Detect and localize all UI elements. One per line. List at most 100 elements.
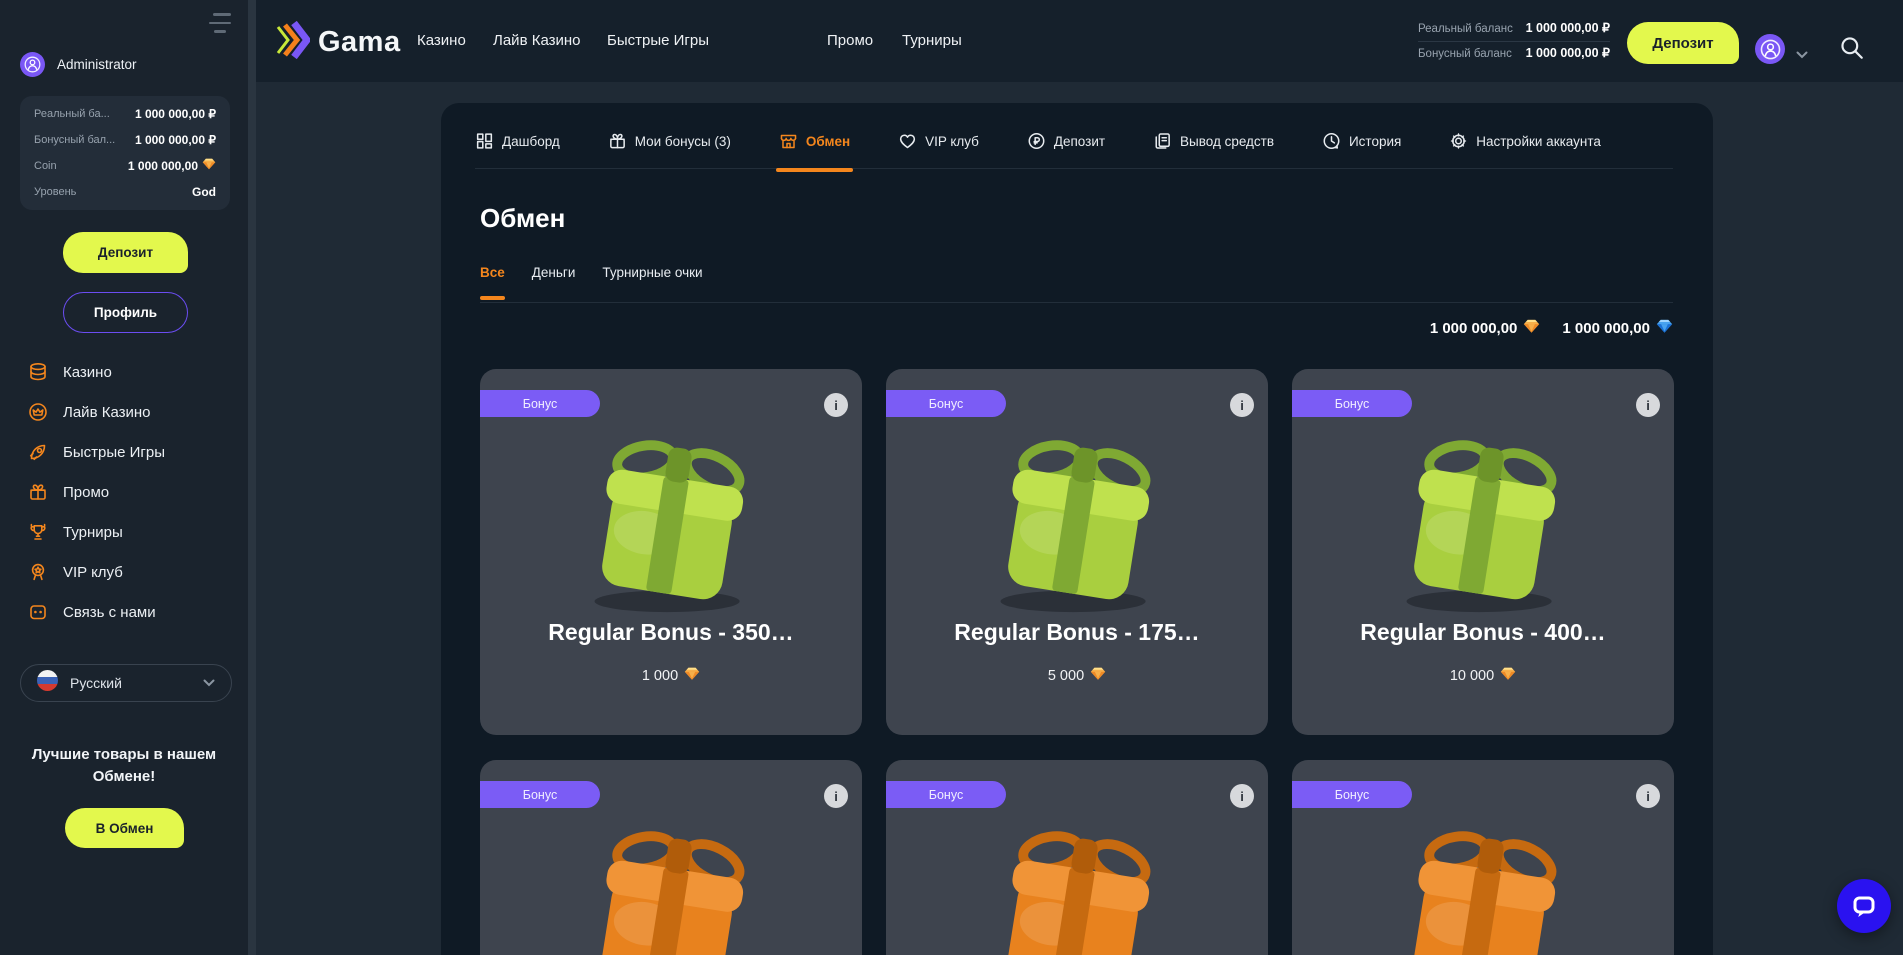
bonus-card[interactable]: Бонус i: [480, 760, 862, 955]
account-avatar-icon[interactable]: [1755, 34, 1785, 64]
sidebar-user: Administrator: [20, 52, 137, 77]
header-nav-link[interactable]: Промо: [827, 32, 873, 49]
bonus-card[interactable]: Бонус i Regular Bonus - 350… 1 000: [480, 369, 862, 735]
bonus-balance-label: Бонусный баланс: [1418, 48, 1512, 60]
balance-value: God: [192, 185, 216, 199]
orange-gem-icon: [684, 667, 700, 685]
green-gift-image: [969, 421, 1185, 622]
tabs-divider: [475, 168, 1673, 169]
info-icon[interactable]: i: [824, 393, 848, 417]
account-tab[interactable]: Депозит: [1027, 126, 1105, 156]
page-title: Обмен: [480, 203, 565, 234]
account-tab[interactable]: Обмен: [779, 126, 850, 156]
filter-tab[interactable]: Турнирные очки: [602, 265, 702, 280]
balance-value: 1 000 000,00 ₽: [135, 107, 216, 121]
balance-row: Уровень God: [34, 185, 216, 199]
bonus-price: 10 000: [1292, 667, 1674, 685]
user-name: Administrator: [57, 57, 137, 72]
header-nav-link[interactable]: Лайв Казино: [493, 32, 581, 49]
exchange-filters: Все Деньги Турнирные очки: [480, 261, 703, 283]
orange-gem-icon: [1090, 667, 1106, 685]
bonus-badge: Бонус: [1292, 390, 1412, 417]
wallet-balances: 1 000 000,00 1 000 000,00: [1430, 319, 1673, 337]
account-tab[interactable]: Мои бонусы (3): [608, 126, 731, 156]
tab-label: VIP клуб: [925, 134, 979, 149]
sidebar-nav-item[interactable]: Промо: [0, 472, 248, 512]
info-icon[interactable]: i: [1636, 393, 1660, 417]
filter-tab[interactable]: Деньги: [532, 265, 576, 280]
bonus-title: Regular Bonus - 175…: [886, 619, 1268, 646]
sidebar-nav: Казино Лайв Казино Быстрые Игры Промо Ту…: [0, 352, 248, 632]
account-tab[interactable]: История: [1322, 126, 1401, 156]
balance-card: Реальный ба... 1 000 000,00 ₽ Бонусный б…: [20, 96, 230, 210]
real-balance-value: 1 000 000,00 ₽: [1526, 20, 1610, 35]
green-gift-image: [563, 421, 779, 622]
balance-row: Coin 1 000 000,00: [34, 158, 216, 173]
info-icon[interactable]: i: [824, 784, 848, 808]
green-gift-image: [1375, 421, 1591, 622]
settings-icon: [1449, 132, 1468, 151]
history-icon: [1322, 132, 1341, 151]
exchange-icon: [779, 132, 798, 151]
account-tab[interactable]: Вывод средств: [1153, 126, 1274, 156]
sidebar-nav-label: Связь с нами: [63, 604, 156, 621]
sidebar-nav-item[interactable]: Быстрые Игры: [0, 432, 248, 472]
sidebar-nav-item[interactable]: Турниры: [0, 512, 248, 552]
menu-icon[interactable]: [209, 13, 231, 39]
bonus-card[interactable]: Бонус i: [1292, 760, 1674, 955]
sidebar: Administrator Реальный ба... 1 000 000,0…: [0, 0, 248, 955]
bonus-balance-value: 1 000 000,00 ₽: [1526, 45, 1610, 60]
account-tab[interactable]: Дашборд: [475, 126, 560, 156]
gama-chevrons-icon: [276, 20, 310, 65]
sidebar-deposit-button[interactable]: Депозит: [63, 232, 188, 273]
account-tab[interactable]: Настройки аккаунта: [1449, 126, 1601, 156]
content-region: Gama Казино Лайв Казино Быстрые Игры Промо Т…: [256, 0, 1903, 955]
brand-name: Gama: [318, 26, 401, 59]
bonus-badge: Бонус: [886, 781, 1006, 808]
tab-label: Депозит: [1054, 134, 1105, 149]
brand-logo[interactable]: Gama: [276, 20, 401, 65]
balance-value: 1 000 000,00: [128, 158, 216, 173]
header-nav-link[interactable]: Быстрые Игры: [607, 32, 709, 49]
bonus-title: Regular Bonus - 350…: [480, 619, 862, 646]
bonus-cards-grid: Бонус i Regular Bonus - 350… 1 000 Бонус…: [480, 369, 1674, 955]
sidebar-nav-label: Промо: [63, 484, 109, 501]
account-tab[interactable]: VIP клуб: [898, 126, 979, 156]
tab-label: Настройки аккаунта: [1476, 134, 1601, 149]
bonus-card[interactable]: Бонус i Regular Bonus - 400… 10 000: [1292, 369, 1674, 735]
orange-gift-image: [1375, 812, 1591, 955]
tab-label: История: [1349, 134, 1401, 149]
tournaments-icon: [27, 522, 48, 543]
live-chat-button[interactable]: [1837, 879, 1891, 933]
go-to-exchange-button[interactable]: В Обмен: [65, 808, 184, 848]
header-deposit-button[interactable]: Депозит: [1627, 22, 1739, 64]
tab-label: Вывод средств: [1180, 134, 1274, 149]
info-icon[interactable]: i: [1230, 393, 1254, 417]
sidebar-nav-item[interactable]: Связь с нами: [0, 592, 248, 632]
orange-gem-icon: [202, 158, 216, 173]
search-icon[interactable]: [1839, 35, 1867, 63]
language-selector[interactable]: Русский: [20, 664, 232, 702]
my-bonuses-icon: [608, 132, 627, 151]
orange-gift-image: [969, 812, 1185, 955]
balance-value: 1 000 000,00 ₽: [135, 133, 216, 147]
header-balances: Реальный баланс 1 000 000,00 ₽ Бонусный …: [1418, 20, 1610, 64]
account-chevron-down-icon[interactable]: [1796, 46, 1808, 64]
info-icon[interactable]: i: [1230, 784, 1254, 808]
sidebar-nav-item[interactable]: Казино: [0, 352, 248, 392]
filter-tab[interactable]: Все: [480, 265, 505, 280]
sidebar-nav-item[interactable]: VIP клуб: [0, 552, 248, 592]
info-icon[interactable]: i: [1636, 784, 1660, 808]
sidebar-profile-button[interactable]: Профиль: [63, 292, 188, 333]
header-nav-link[interactable]: Турниры: [902, 32, 962, 49]
account-tabs: Дашборд Мои бонусы (3) Обмен VIP клуб Де…: [475, 126, 1601, 156]
sidebar-nav-item[interactable]: Лайв Казино: [0, 392, 248, 432]
deposit-coin-icon: [1027, 132, 1046, 151]
header-nav-link[interactable]: Казино: [417, 32, 466, 49]
bonus-badge: Бонус: [480, 390, 600, 417]
bonus-price: 1 000: [480, 667, 862, 685]
sidebar-scrollbar[interactable]: [248, 0, 256, 955]
real-balance-label: Реальный баланс: [1418, 23, 1513, 35]
bonus-card[interactable]: Бонус i Regular Bonus - 175… 5 000: [886, 369, 1268, 735]
bonus-card[interactable]: Бонус i: [886, 760, 1268, 955]
